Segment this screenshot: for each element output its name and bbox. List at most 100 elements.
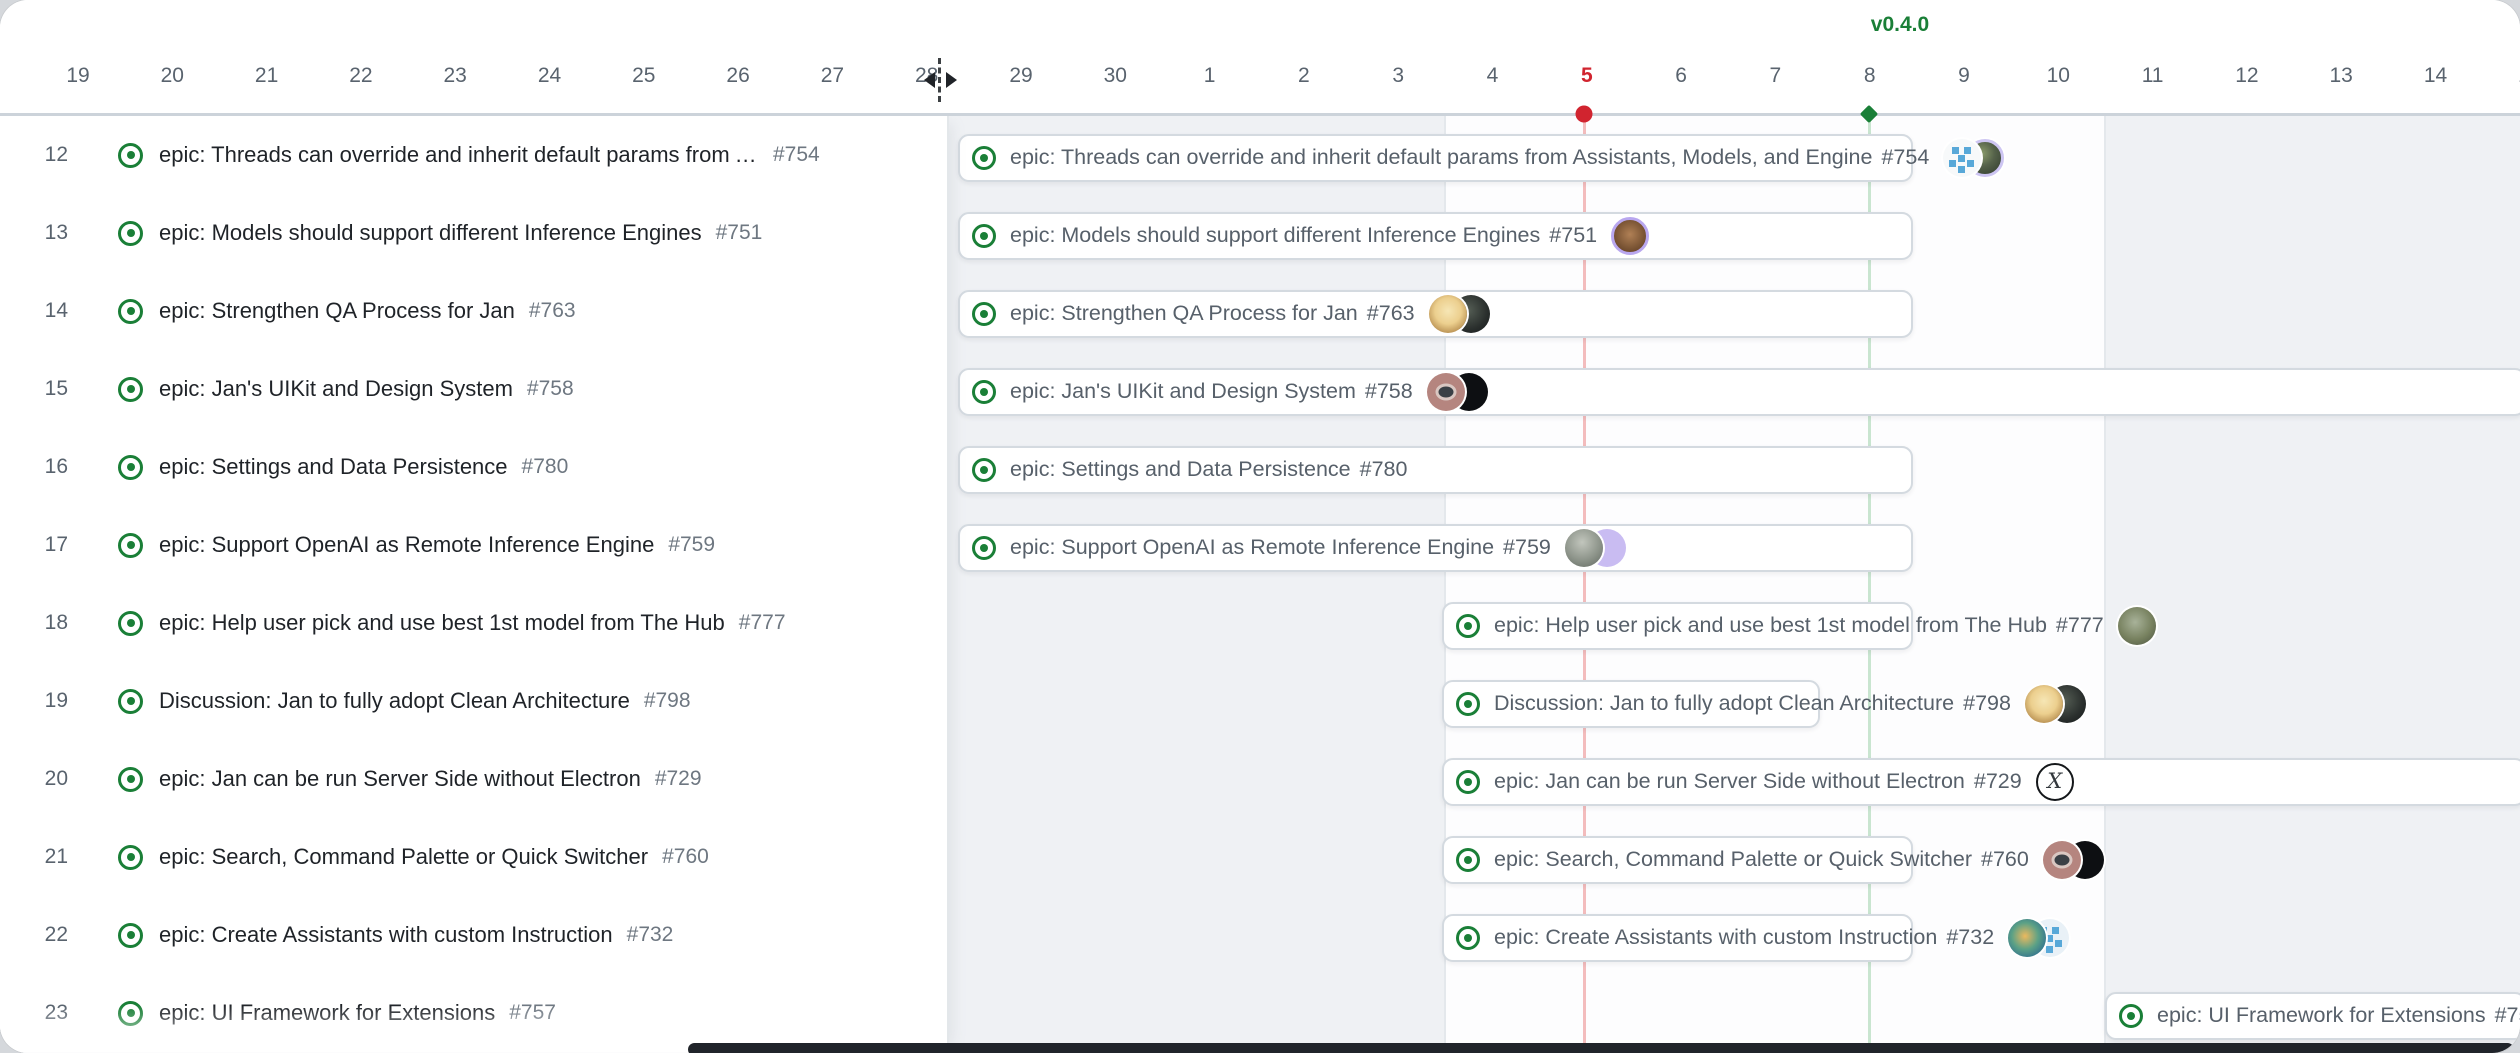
- header-day: 29: [976, 64, 1066, 88]
- timeline-bar[interactable]: epic: UI Framework for Extensions #757: [2105, 992, 2520, 1040]
- horizontal-scrollbar[interactable]: [688, 1043, 2514, 1053]
- open-issue-icon: [118, 377, 143, 402]
- issue-title[interactable]: epic: Models should support different In…: [159, 220, 702, 246]
- header-day: 6: [1636, 64, 1726, 88]
- header-day: 1: [1165, 64, 1255, 88]
- table-row[interactable]: 14 epic: Strengthen QA Process for Jan #…: [0, 272, 947, 352]
- issue-title[interactable]: epic: Support OpenAI as Remote Inference…: [159, 532, 654, 558]
- issue-title[interactable]: epic: Settings and Data Persistence: [159, 454, 508, 480]
- header-day: 24: [505, 64, 595, 88]
- column-resize-cursor-icon: [938, 58, 943, 102]
- timeline-bar[interactable]: epic: Settings and Data Persistence #780: [958, 446, 1913, 494]
- row-number: 23: [0, 1001, 68, 1025]
- row-number: 20: [0, 767, 68, 791]
- table-row[interactable]: 21 epic: Search, Command Palette or Quic…: [0, 818, 947, 898]
- table-row[interactable]: 23 epic: UI Framework for Extensions #75…: [0, 974, 947, 1053]
- timeline-bar[interactable]: epic: Strengthen QA Process for Jan #763: [958, 290, 1913, 338]
- issue-number: #751: [716, 221, 763, 245]
- issue-title[interactable]: epic: Jan can be run Server Side without…: [159, 766, 641, 792]
- table-row[interactable]: 15 epic: Jan's UIKit and Design System #…: [0, 350, 947, 430]
- bar-issue-title: epic: UI Framework for Extensions: [2157, 1003, 2486, 1028]
- open-issue-icon: [972, 536, 996, 560]
- header-day: 30: [1070, 64, 1160, 88]
- header-day: 13: [2296, 64, 2386, 88]
- issue-number: #780: [522, 455, 569, 479]
- header-day: 20: [127, 64, 217, 88]
- timeline-date-header: v0.4.0 192021222324252627282930123456789…: [0, 0, 2520, 116]
- assignee-avatars: [1565, 529, 1626, 567]
- row-number: 16: [0, 455, 68, 479]
- issue-title[interactable]: epic: Jan's UIKit and Design System: [159, 376, 513, 402]
- assignee-avatars: [2043, 841, 2104, 879]
- header-day: 4: [1448, 64, 1538, 88]
- header-day: 9: [1919, 64, 2009, 88]
- open-issue-icon: [118, 221, 143, 246]
- row-number: 22: [0, 923, 68, 947]
- today-dot: [1576, 106, 1593, 123]
- header-day: 23: [410, 64, 500, 88]
- table-row[interactable]: 12 epic: Threads can override and inheri…: [0, 116, 947, 196]
- open-issue-icon: [972, 458, 996, 482]
- bar-issue-title: epic: Support OpenAI as Remote Inference…: [1010, 535, 1494, 560]
- issue-number: #758: [527, 377, 574, 401]
- timeline-bar[interactable]: epic: Help user pick and use best 1st mo…: [1442, 602, 1913, 650]
- bar-issue-number: #760: [1981, 847, 2029, 872]
- morty-avatar: [1429, 295, 1467, 333]
- issue-title[interactable]: epic: UI Framework for Extensions: [159, 1000, 495, 1026]
- bar-issue-title: epic: Search, Command Palette or Quick S…: [1494, 847, 1972, 872]
- open-issue-icon: [1456, 926, 1480, 950]
- issue-number: #759: [668, 533, 715, 557]
- open-issue-icon: [118, 533, 143, 558]
- table-row[interactable]: 16 epic: Settings and Data Persistence #…: [0, 428, 947, 508]
- table-row[interactable]: 18 epic: Help user pick and use best 1st…: [0, 584, 947, 664]
- assignee-avatars: [1429, 295, 1490, 333]
- table-row[interactable]: 20 epic: Jan can be run Server Side with…: [0, 740, 947, 820]
- issue-title[interactable]: epic: Search, Command Palette or Quick S…: [159, 844, 648, 870]
- row-number: 21: [0, 845, 68, 869]
- timeline-bar[interactable]: epic: Create Assistants with custom Inst…: [1442, 914, 1913, 962]
- row-number: 17: [0, 533, 68, 557]
- week-gridline: [2104, 116, 2106, 1053]
- header-day: 3: [1353, 64, 1443, 88]
- table-row[interactable]: 22 epic: Create Assistants with custom I…: [0, 896, 947, 976]
- issue-title[interactable]: epic: Create Assistants with custom Inst…: [159, 922, 613, 948]
- issue-title[interactable]: epic: Strengthen QA Process for Jan: [159, 298, 515, 324]
- header-day: 26: [693, 64, 783, 88]
- bar-issue-title: epic: Strengthen QA Process for Jan: [1010, 301, 1358, 326]
- timeline-bar[interactable]: epic: Jan can be run Server Side without…: [1442, 758, 2520, 806]
- header-day: 19: [33, 64, 123, 88]
- assignee-avatars: [2025, 685, 2086, 723]
- timeline-bar[interactable]: epic: Models should support different In…: [958, 212, 1913, 260]
- rose-eye-avatar: [2043, 841, 2081, 879]
- issue-table-panel: 12 epic: Threads can override and inheri…: [0, 116, 949, 1053]
- timeline-bar[interactable]: epic: Threads can override and inherit d…: [958, 134, 1913, 182]
- timeline-bar[interactable]: Discussion: Jan to fully adopt Clean Arc…: [1442, 680, 1820, 728]
- issue-title[interactable]: epic: Help user pick and use best 1st mo…: [159, 610, 725, 636]
- header-day: 2: [1259, 64, 1349, 88]
- timeline-bar[interactable]: epic: Jan's UIKit and Design System #758: [958, 368, 2520, 416]
- milestone-label[interactable]: v0.4.0: [1871, 13, 1929, 37]
- bar-issue-title: epic: Help user pick and use best 1st mo…: [1494, 613, 2047, 638]
- table-row[interactable]: 19 Discussion: Jan to fully adopt Clean …: [0, 662, 947, 742]
- morty-avatar: [2025, 685, 2063, 723]
- bar-issue-number: #754: [1881, 145, 1929, 170]
- bar-issue-number: #798: [1963, 691, 2011, 716]
- row-number: 19: [0, 689, 68, 713]
- bar-issue-number: #729: [1974, 769, 2022, 794]
- issue-title[interactable]: Discussion: Jan to fully adopt Clean Arc…: [159, 688, 630, 714]
- open-issue-icon: [118, 611, 143, 636]
- roadmap-screenshot: 12 epic: Threads can override and inheri…: [0, 0, 2520, 1053]
- open-issue-icon: [118, 143, 143, 168]
- table-row[interactable]: 17 epic: Support OpenAI as Remote Infere…: [0, 506, 947, 586]
- timeline-bar[interactable]: epic: Search, Command Palette or Quick S…: [1442, 836, 1913, 884]
- open-issue-icon: [118, 845, 143, 870]
- roadmap-window: 12 epic: Threads can override and inheri…: [0, 0, 2520, 1053]
- assignee-avatars: [2118, 607, 2156, 645]
- assignee-avatars: [2008, 919, 2069, 957]
- table-row[interactable]: 13 epic: Models should support different…: [0, 194, 947, 274]
- open-issue-icon: [1456, 692, 1480, 716]
- cat-photo-avatar: [2118, 607, 2156, 645]
- open-issue-icon: [118, 299, 143, 324]
- issue-title[interactable]: epic: Threads can override and inherit d…: [159, 142, 759, 168]
- timeline-bar[interactable]: epic: Support OpenAI as Remote Inference…: [958, 524, 1913, 572]
